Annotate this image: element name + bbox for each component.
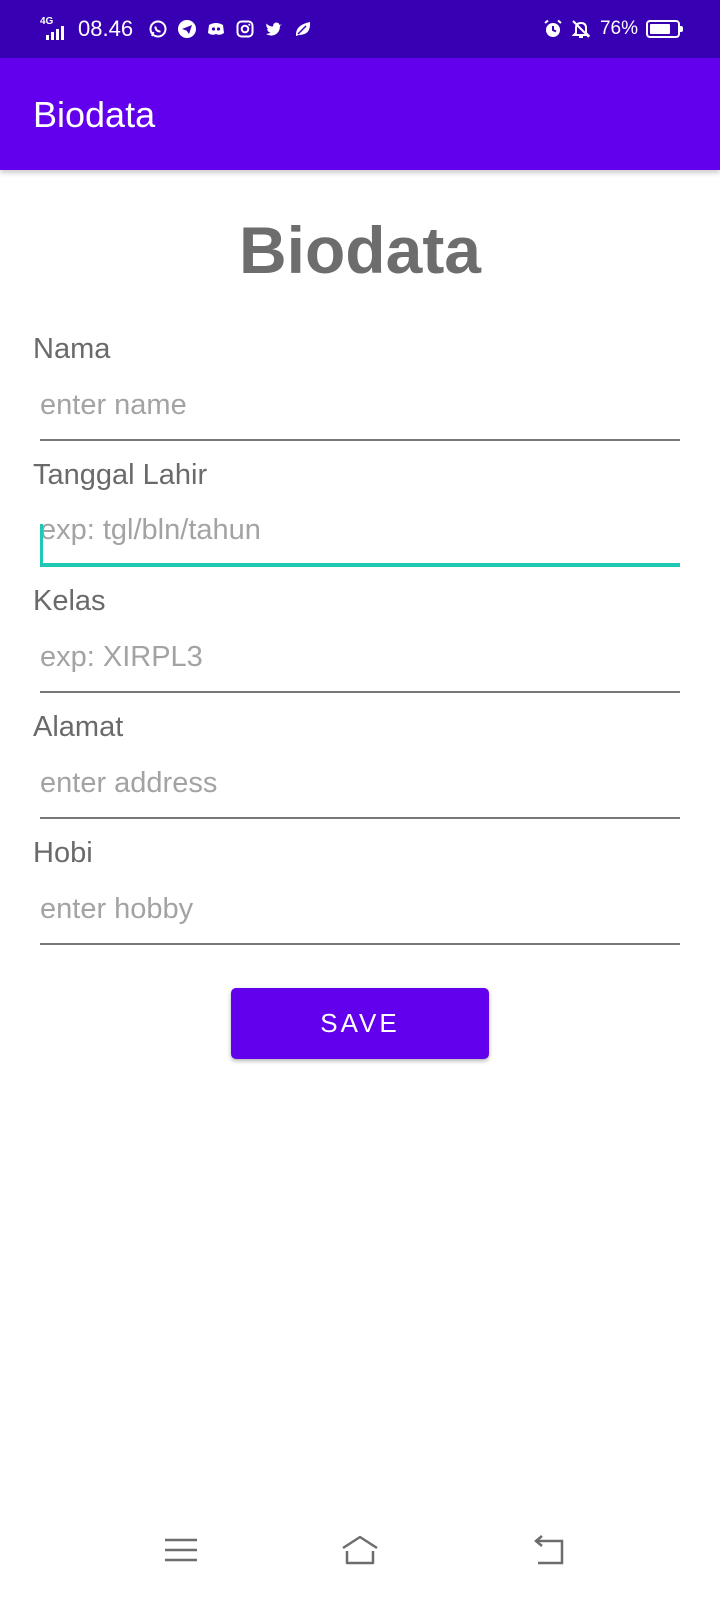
signal-icon bbox=[46, 26, 64, 40]
battery-icon bbox=[646, 20, 683, 38]
alarm-icon bbox=[542, 18, 564, 40]
menu-button[interactable] bbox=[151, 1525, 211, 1575]
app-bar-title: Biodata bbox=[33, 94, 156, 135]
status-right: 76% bbox=[536, 14, 683, 44]
notifications-off-icon bbox=[570, 18, 592, 40]
whatsapp-icon bbox=[147, 18, 169, 40]
leaf-icon bbox=[292, 18, 314, 40]
hobi-label: Hobi bbox=[33, 837, 93, 869]
back-icon bbox=[534, 1535, 564, 1565]
save-button[interactable]: SAVE bbox=[231, 988, 489, 1059]
twitter-icon bbox=[263, 18, 285, 40]
nama-input[interactable] bbox=[40, 381, 680, 441]
kelas-label: Kelas bbox=[33, 585, 106, 617]
alamat-input[interactable] bbox=[40, 759, 680, 819]
status-time: 08.46 bbox=[78, 16, 134, 41]
status-left: 4G 08.46 bbox=[40, 14, 321, 44]
battery-fill bbox=[650, 24, 670, 34]
telegram-icon bbox=[176, 18, 198, 40]
home-icon bbox=[342, 1535, 378, 1565]
battery-percent: 76% bbox=[599, 18, 638, 39]
navigation-bar bbox=[0, 1505, 720, 1600]
tanggal-lahir-label: Tanggal Lahir bbox=[33, 459, 208, 491]
status-bar: 4G 08.46 76% bbox=[0, 0, 720, 58]
app-bar: Biodata bbox=[0, 58, 720, 170]
back-button[interactable] bbox=[518, 1525, 578, 1575]
network-indicator: 4G bbox=[40, 14, 74, 44]
hobi-input[interactable] bbox=[40, 885, 680, 945]
menu-icon bbox=[165, 1538, 197, 1562]
alamat-label: Alamat bbox=[33, 711, 124, 743]
discord-icon bbox=[205, 18, 227, 40]
nama-label: Nama bbox=[33, 333, 111, 365]
instagram-icon bbox=[234, 18, 256, 40]
text-cursor bbox=[40, 524, 43, 566]
tanggal-lahir-input[interactable] bbox=[40, 507, 680, 567]
kelas-input[interactable] bbox=[40, 633, 680, 693]
page-heading: Biodata bbox=[238, 213, 482, 287]
home-button[interactable] bbox=[330, 1525, 390, 1575]
